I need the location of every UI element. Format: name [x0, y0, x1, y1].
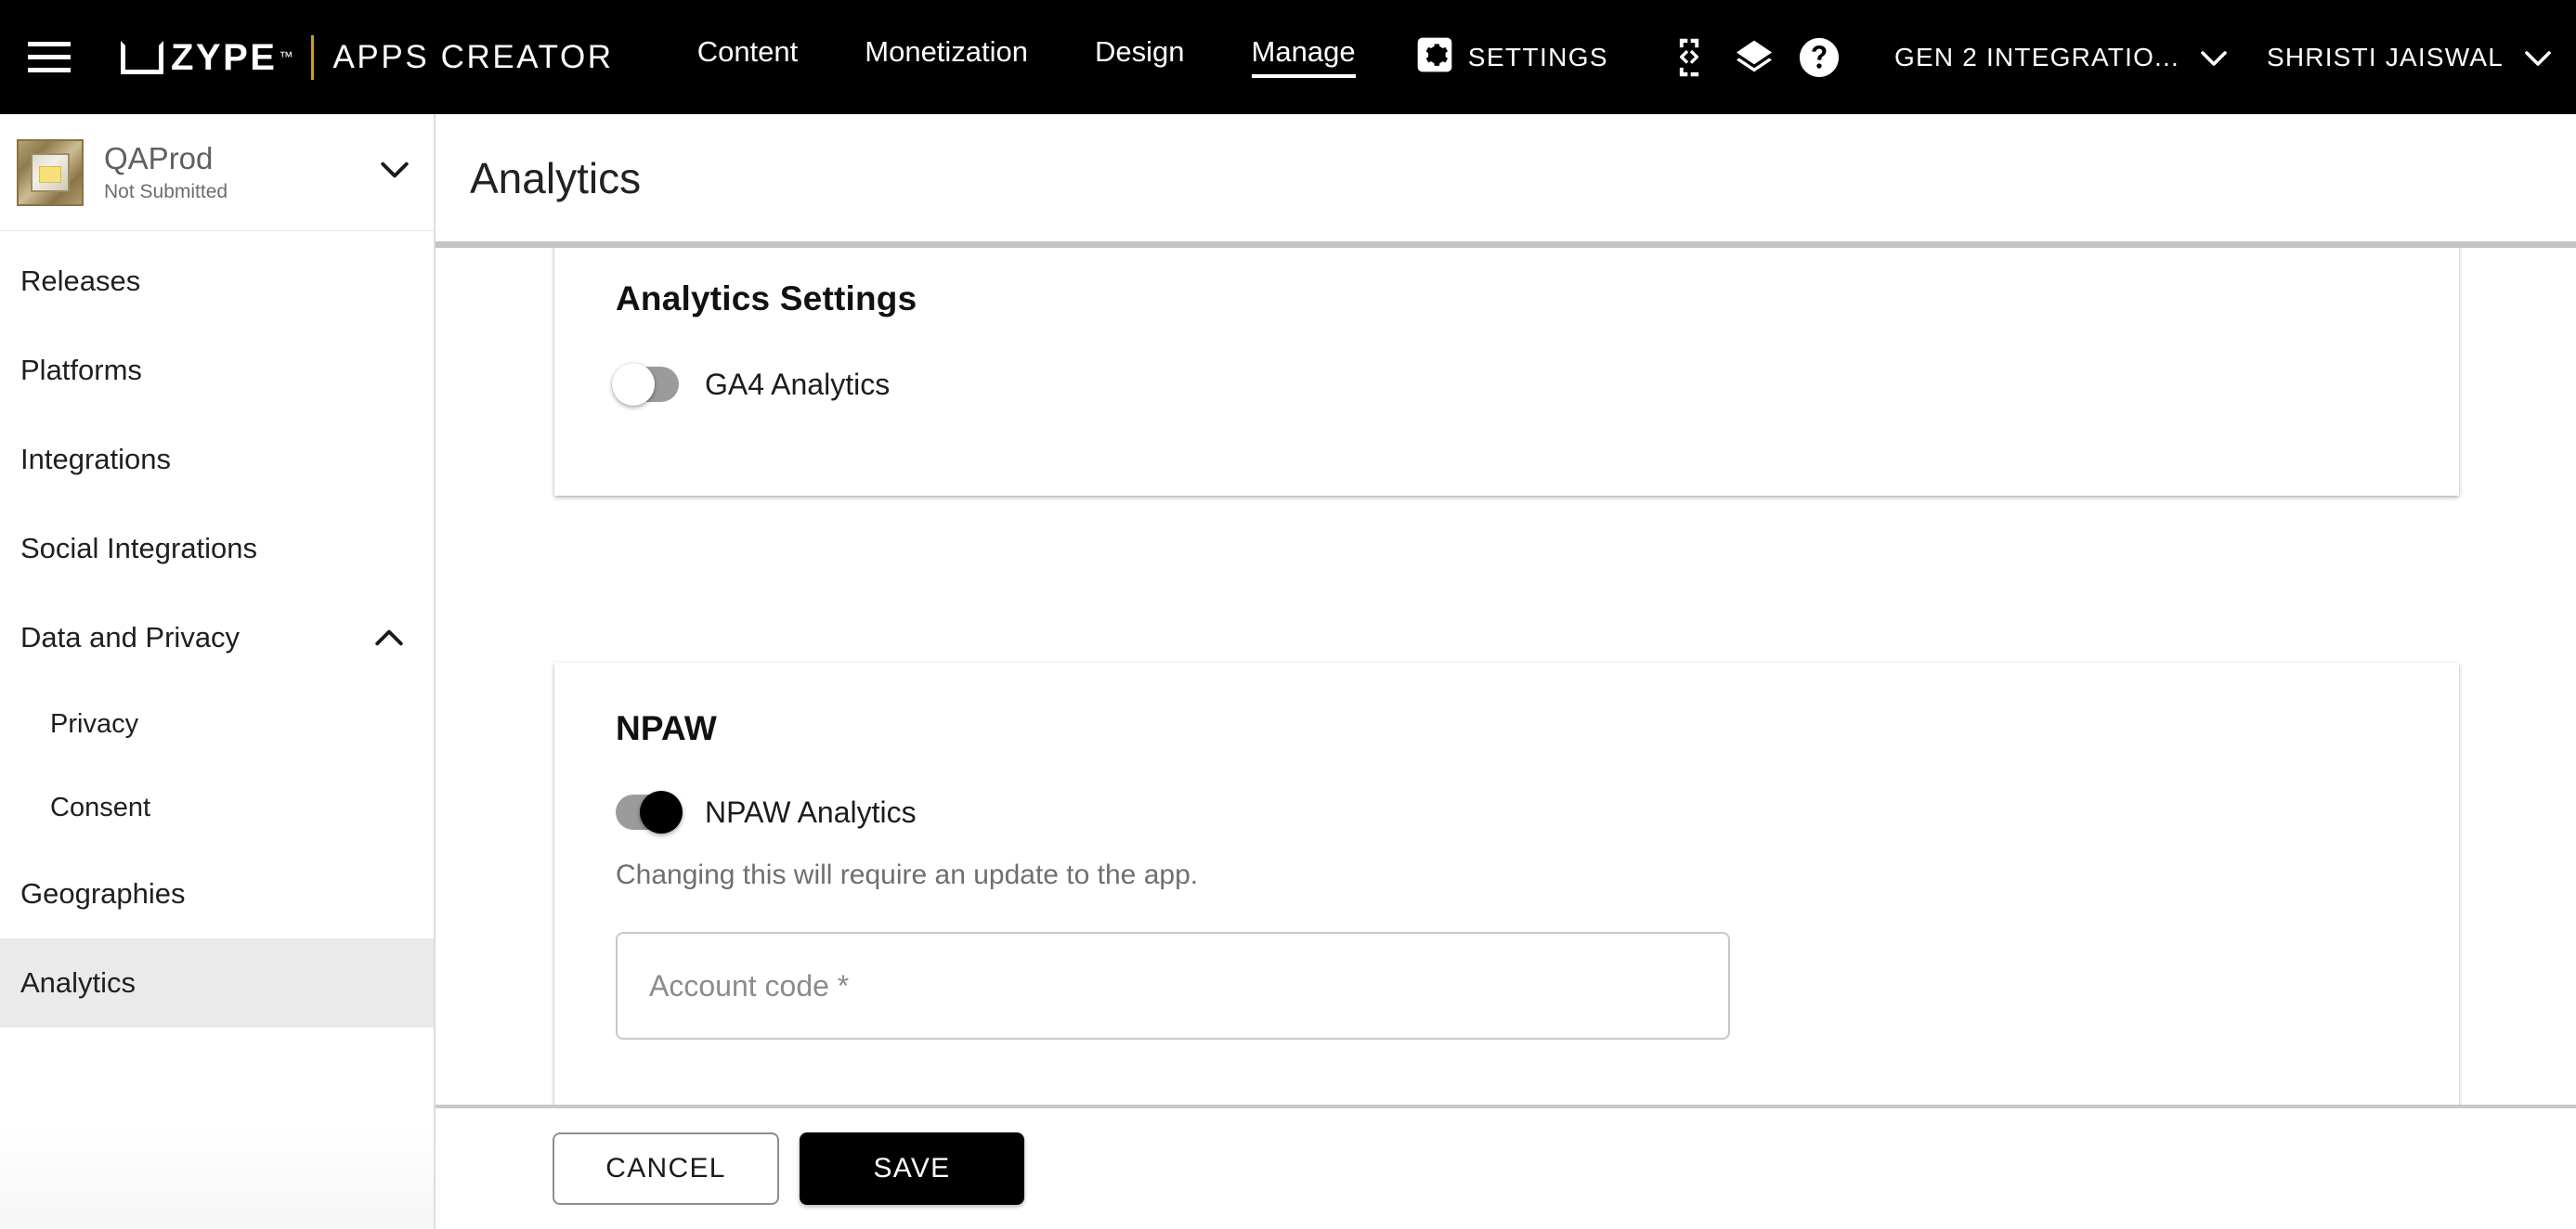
sidebar-nav-list: Releases Platforms Integrations Social I… [0, 231, 434, 1028]
nav-item-content[interactable]: Content [697, 37, 799, 78]
main-nav: Content Monetization Design Manage [697, 37, 1356, 78]
logo-divider [311, 35, 314, 80]
sidebar-item-data-and-privacy[interactable]: Data and Privacy [0, 593, 434, 682]
sidebar-item-social-integrations[interactable]: Social Integrations [0, 504, 434, 593]
sidebar-bottom-fade [0, 1127, 436, 1229]
app-thumbnail-label [39, 166, 61, 183]
header-divider [436, 241, 2576, 248]
save-button[interactable]: SAVE [800, 1132, 1024, 1205]
main-content: Analytics Analytics Settings GA4 Analyti… [436, 114, 2576, 1229]
npaw-title: NPAW [616, 663, 2459, 748]
sidebar-item-label: Analytics [20, 966, 404, 1000]
settings-button[interactable]: SETTINGS [1416, 36, 1608, 78]
account-code-field[interactable] [616, 932, 1730, 1040]
nav-item-manage[interactable]: Manage [1252, 37, 1356, 78]
cancel-button[interactable]: CANCEL [553, 1132, 779, 1205]
hamburger-menu-icon[interactable] [28, 39, 78, 76]
analytics-settings-title: Analytics Settings [616, 248, 2459, 318]
npaw-analytics-label: NPAW Analytics [705, 796, 917, 830]
page-header: Analytics [436, 114, 2576, 241]
layers-icon[interactable] [1722, 25, 1787, 90]
sidebar-item-label: Integrations [20, 443, 404, 476]
app-status: Not Submitted [104, 181, 372, 203]
chevron-down-icon [2524, 50, 2548, 65]
app-thumbnail [17, 139, 84, 206]
user-label: SHRISTI JAISWAL [2267, 43, 2504, 72]
sidebar-item-integrations[interactable]: Integrations [0, 415, 434, 504]
nav-item-design[interactable]: Design [1095, 37, 1185, 78]
product-name: APPS CREATOR [332, 41, 613, 73]
hamburger-line [28, 68, 71, 72]
trademark-symbol: ™ [279, 49, 293, 65]
top-bar-right-actions: SETTINGS GEN 2 INTEGRATIO... [1416, 25, 2576, 90]
sidebar-item-platforms[interactable]: Platforms [0, 326, 434, 415]
sidebar-item-analytics[interactable]: Analytics [0, 938, 434, 1028]
ga4-analytics-toggle[interactable] [616, 367, 679, 402]
sidebar-item-releases[interactable]: Releases [0, 237, 434, 326]
user-menu[interactable]: SHRISTI JAISWAL [2267, 43, 2548, 72]
sidebar-item-label: Consent [50, 793, 404, 823]
npaw-card: NPAW NPAW Analytics Changing this will r… [554, 663, 2459, 1105]
account-code-input[interactable] [649, 969, 1697, 1003]
sidebar-item-label: Releases [20, 265, 404, 298]
org-label: GEN 2 INTEGRATIO... [1894, 43, 2179, 72]
zype-mark-icon [121, 41, 163, 74]
brand-name: ZYPE [171, 39, 277, 76]
chevron-down-icon [380, 161, 410, 184]
chevron-down-icon [2200, 50, 2224, 65]
npaw-hint-text: Changing this will require an update to … [616, 860, 2459, 891]
sidebar-item-label: Geographies [20, 877, 404, 911]
hamburger-line [28, 42, 71, 46]
org-switcher[interactable]: GEN 2 INTEGRATIO... [1894, 43, 2224, 72]
sidebar-item-geographies[interactable]: Geographies [0, 849, 434, 938]
sidebar-item-privacy[interactable]: Privacy [0, 682, 434, 766]
app-selector[interactable]: QAProd Not Submitted [0, 114, 434, 231]
form-footer: CANCEL SAVE [436, 1105, 2576, 1229]
hamburger-line [28, 55, 71, 59]
brand-logo[interactable]: ZYPE ™ APPS CREATOR [121, 35, 614, 80]
chevron-up-icon [374, 621, 404, 654]
code-preview-icon[interactable] [1657, 25, 1722, 90]
sidebar: QAProd Not Submitted Releases Platforms … [0, 114, 436, 1229]
npaw-analytics-row: NPAW Analytics [616, 795, 2459, 830]
sidebar-item-label: Social Integrations [20, 532, 404, 565]
page-title: Analytics [470, 153, 641, 203]
npaw-analytics-toggle[interactable] [616, 795, 679, 830]
sidebar-item-consent[interactable]: Consent [0, 766, 434, 849]
gear-icon [1416, 36, 1453, 78]
settings-scroll-area[interactable]: Analytics Settings GA4 Analytics NPAW [436, 248, 2576, 1105]
app-info: QAProd Not Submitted [104, 141, 372, 203]
settings-label: SETTINGS [1468, 43, 1608, 72]
analytics-settings-card: Analytics Settings GA4 Analytics [554, 248, 2459, 496]
sidebar-item-label: Data and Privacy [20, 621, 374, 654]
help-circle-icon[interactable] [1787, 25, 1852, 90]
app-name: QAProd [104, 141, 372, 176]
sidebar-item-label: Platforms [20, 354, 404, 387]
toggle-knob [640, 791, 683, 834]
sidebar-item-label: Privacy [50, 709, 404, 740]
top-navigation-bar: ZYPE ™ APPS CREATOR Content Monetization… [0, 0, 2576, 114]
ga4-analytics-row: GA4 Analytics [616, 367, 2459, 402]
nav-item-monetization[interactable]: Monetization [865, 37, 1028, 78]
toggle-knob [612, 363, 655, 406]
ga4-analytics-label: GA4 Analytics [705, 368, 890, 402]
